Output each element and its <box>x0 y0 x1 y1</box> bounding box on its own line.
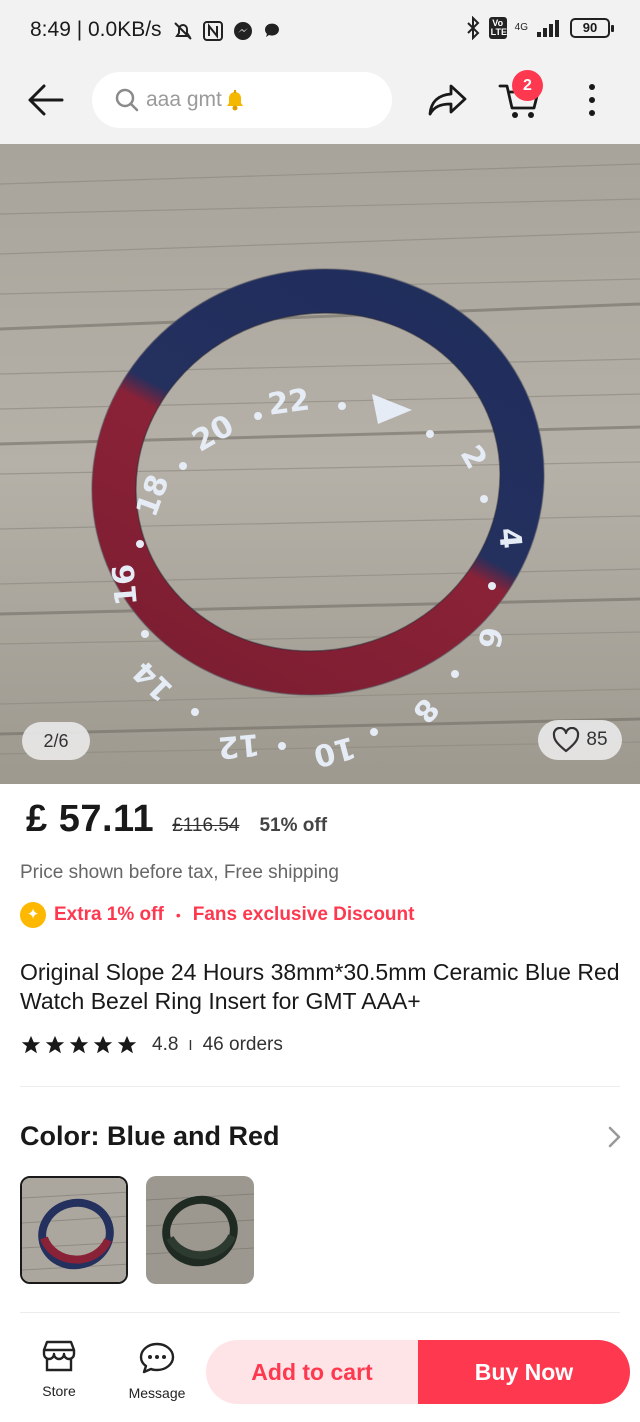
top-nav: aaa gmt 2 <box>0 62 640 144</box>
svg-text:4: 4 <box>491 526 528 550</box>
color-heading[interactable]: Color: Blue and Red <box>20 1121 280 1152</box>
discount-label: 51% off <box>259 815 328 836</box>
signal-icon <box>537 20 559 37</box>
store-icon <box>42 1340 76 1372</box>
status-bar: 8:49 | 0.0KB/s Vo LTE 4G 90 <box>0 0 640 62</box>
price-row: £ 57.11 £116.54 51% off <box>26 798 327 841</box>
heart-icon <box>553 727 580 753</box>
product-title: Original Slope 24 Hours 38mm*30.5mm Cera… <box>20 959 620 1014</box>
divider <box>20 1086 620 1087</box>
more-options-button[interactable] <box>578 80 606 120</box>
rating-value: 4.8 <box>152 1034 179 1055</box>
bluetooth-icon <box>466 16 480 40</box>
network-type: 4G <box>514 22 528 33</box>
promo-row[interactable]: Extra 1% off • Fans exclusive Discount <box>20 902 414 928</box>
search-icon <box>115 88 139 112</box>
svg-text:22: 22 <box>266 382 312 422</box>
image-counter: 2/6 <box>22 722 90 760</box>
back-arrow-icon <box>28 84 64 116</box>
chevron-right-icon <box>608 1126 621 1148</box>
wishlist-count: 85 <box>586 729 608 750</box>
status-system-icons: Vo LTE 4G 90 <box>465 16 614 40</box>
original-price: £116.54 <box>172 815 240 836</box>
star-icon <box>69 1035 89 1054</box>
orders-count: 46 orders <box>202 1034 283 1055</box>
current-price: £ 57.11 <box>26 798 155 840</box>
swatch-thumbnail <box>146 1176 254 1284</box>
star-icon <box>45 1035 65 1054</box>
buy-now-button[interactable]: Buy Now <box>418 1340 630 1404</box>
product-photo: 22 20 18 16 14 12 10 8 6 4 2 <box>0 144 640 784</box>
mute-bell-icon <box>174 22 192 40</box>
message-button[interactable]: Message <box>120 1340 194 1414</box>
extra-discount: Extra 1% off <box>54 904 164 925</box>
more-vertical-icon <box>589 84 595 116</box>
svg-text:12: 12 <box>217 726 262 765</box>
messenger-icon <box>234 22 252 40</box>
nfc-icon <box>203 21 223 41</box>
color-swatch-blue-red[interactable] <box>20 1176 128 1284</box>
status-notification-icons <box>172 20 282 42</box>
coin-icon <box>20 902 46 928</box>
rating-separator: I <box>188 1036 193 1054</box>
tax-shipping-note: Price shown before tax, Free shipping <box>20 862 339 883</box>
color-swatch-black-green[interactable] <box>146 1176 254 1284</box>
store-button[interactable]: Store <box>24 1338 94 1412</box>
share-button[interactable] <box>424 78 472 122</box>
share-icon <box>428 84 467 116</box>
bottom-action-bar: Store Message Add to cart Buy Now <box>0 1326 640 1422</box>
search-input[interactable]: aaa gmt <box>92 72 392 128</box>
message-icon <box>139 1342 175 1374</box>
promo-separator: • <box>175 907 181 923</box>
star-icon <box>21 1035 41 1054</box>
back-button[interactable] <box>24 80 68 120</box>
battery-icon: 90 <box>570 18 614 38</box>
product-image[interactable]: 22 20 18 16 14 12 10 8 6 4 2 <box>0 144 640 784</box>
message-label: Message <box>128 1385 186 1401</box>
chat-icon <box>264 23 279 37</box>
volte-icon: Vo LTE <box>488 17 507 39</box>
color-chevron-button[interactable] <box>604 1124 624 1150</box>
status-time: 8:49 | 0.0KB/s <box>30 18 162 41</box>
rating-stars <box>20 1034 138 1056</box>
star-icon <box>93 1035 113 1054</box>
store-label: Store <box>42 1383 76 1399</box>
search-query: aaa gmt <box>146 88 222 111</box>
star-icon <box>117 1035 137 1054</box>
fans-discount: Fans exclusive Discount <box>192 904 415 925</box>
swatch-thumbnail <box>22 1178 126 1282</box>
divider <box>20 1312 620 1313</box>
add-to-cart-button[interactable]: Add to cart <box>206 1340 418 1404</box>
rating-row[interactable]: 4.8 I 46 orders <box>20 1034 283 1056</box>
wishlist-button[interactable]: 85 <box>538 720 622 760</box>
svg-text:16: 16 <box>106 563 145 608</box>
bell-emoji-icon <box>226 90 243 111</box>
cart-count-badge: 2 <box>512 70 543 101</box>
